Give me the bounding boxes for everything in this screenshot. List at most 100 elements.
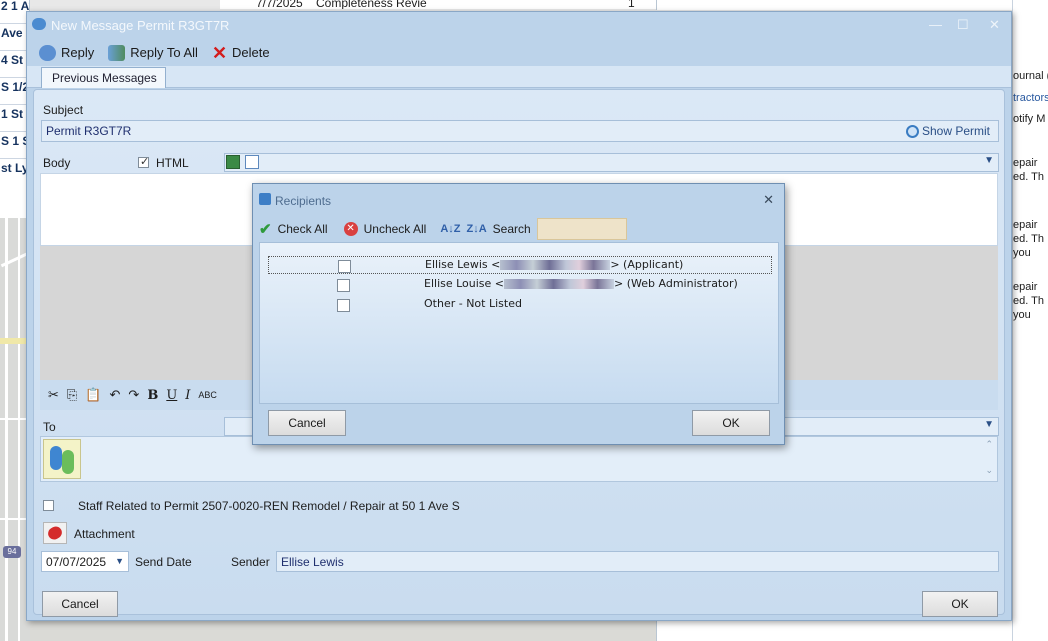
background-journal-item: ournal (: [1013, 70, 1048, 82]
recipient-role: > (Web Administrator): [614, 277, 738, 290]
paste-icon[interactable]: 📋: [85, 387, 101, 403]
sort-ascending-icon[interactable]: A↓Z: [440, 223, 460, 235]
staff-related-checkbox[interactable]: [43, 500, 54, 511]
recipient-checkbox[interactable]: [337, 279, 350, 292]
recipient-checkbox[interactable]: [337, 299, 350, 312]
background-right-strip: [656, 0, 1048, 10]
tab-previous-messages[interactable]: Previous Messages: [41, 67, 166, 88]
attachment-button[interactable]: [43, 522, 67, 544]
magnifier-icon: [905, 124, 919, 138]
background-note-line: epair: [1013, 281, 1038, 293]
scroll-down-icon[interactable]: ⌄: [985, 465, 993, 476]
refresh-icon[interactable]: [245, 155, 260, 169]
uncheck-all-button[interactable]: Uncheck All: [364, 222, 427, 236]
dialog-title: Recipients: [275, 194, 332, 208]
scroll-up-icon[interactable]: ⌃: [985, 439, 993, 450]
show-permit-label: Show Permit: [921, 124, 990, 138]
list-item[interactable]: Ellise Lewis < > (Applicant): [268, 256, 772, 274]
redo-icon[interactable]: ↷: [128, 387, 139, 403]
recipient-name: Ellise Louise <: [424, 277, 505, 290]
cut-icon[interactable]: ✂: [48, 387, 59, 403]
delete-x-icon: ✕: [211, 42, 228, 63]
subject-label: Subject: [43, 103, 84, 117]
dialog-toolbar: ✔ Check All ✕ Uncheck All A↓Z Z↓A Search: [259, 217, 627, 241]
copy-icon[interactable]: ⎘: [67, 387, 77, 403]
window-title: New Message Permit R3GT7R: [51, 18, 230, 33]
body-label: Body: [43, 156, 71, 170]
uncheck-all-icon[interactable]: ✕: [343, 222, 358, 236]
chevron-down-icon[interactable]: ▼: [984, 155, 994, 166]
underline-icon[interactable]: U: [166, 388, 177, 403]
sender-value: Ellise Lewis: [281, 555, 344, 569]
background-count: 1: [628, 0, 635, 9]
recipient-checkbox[interactable]: [338, 260, 351, 273]
recipients-list: Ellise Lewis < > (Applicant) Ellise Louis…: [259, 242, 779, 436]
background-contractors-item: tractors: [1013, 92, 1048, 104]
reply-label: Reply: [61, 45, 95, 60]
dialog-cancel-button[interactable]: Cancel: [268, 410, 346, 436]
send-date-label: Send Date: [135, 555, 192, 569]
background-note-line: you: [1013, 309, 1031, 321]
recipient-name: Ellise Lewis <: [425, 258, 501, 271]
send-date-picker[interactable]: 07/07/2025 ▼: [41, 551, 129, 572]
dialog-ok-button[interactable]: OK: [692, 410, 770, 436]
subject-field[interactable]: Permit R3GT7R Show Permit: [41, 120, 999, 142]
background-note-line: ed. Th: [1013, 171, 1044, 183]
background-status: Completeness Revie: [316, 0, 427, 9]
bold-icon[interactable]: B: [147, 388, 158, 403]
close-icon[interactable]: ✕: [989, 17, 1000, 33]
ok-button[interactable]: OK: [922, 591, 998, 617]
background-bottom-right: [656, 621, 1012, 641]
background-note-line: ed. Th: [1013, 233, 1044, 245]
background-note-line: you: [1013, 247, 1031, 259]
background-note-line: epair: [1013, 219, 1038, 231]
dialog-icon: [259, 193, 271, 205]
recipients-people-icon[interactable]: [43, 439, 81, 479]
undo-icon[interactable]: ↶: [110, 387, 121, 403]
minimize-icon[interactable]: —: [929, 17, 942, 32]
paperclip-icon: [45, 524, 65, 542]
background-right-panel: ournal ( tractors otify M epair ed. Th e…: [1012, 0, 1048, 641]
list-item[interactable]: Other - Not Listed: [268, 296, 772, 314]
recipients-dialog: Recipients ✕ ✔ Check All ✕ Uncheck All A…: [252, 183, 785, 445]
search-label: Search: [492, 222, 531, 236]
search-input[interactable]: [536, 218, 627, 240]
send-date-value: 07/07/2025: [46, 555, 107, 569]
reply-all-icon: [108, 44, 126, 61]
check-all-icon[interactable]: ✔: [259, 220, 272, 238]
italic-icon[interactable]: I: [185, 388, 190, 403]
sender-label: Sender: [231, 555, 270, 569]
chat-bubble-icon: [32, 18, 46, 30]
background-note-line: epair: [1013, 157, 1038, 169]
list-item[interactable]: Ellise Louise < > (Web Administrator): [268, 276, 772, 294]
check-all-button[interactable]: Check All: [278, 222, 328, 236]
chevron-down-icon[interactable]: ▼: [115, 556, 124, 566]
redacted-email: [500, 260, 611, 270]
background-date: 7/7/2025: [256, 0, 303, 9]
staff-related-label: Staff Related to Permit 2507-0020-REN Re…: [78, 499, 460, 513]
delete-label: Delete: [232, 45, 270, 60]
background-top-row: 7/7/2025 Completeness Revie 1: [220, 0, 660, 9]
html-label: HTML: [156, 156, 189, 170]
window-title-bar[interactable]: New Message Permit R3GT7R — ☐ ✕: [27, 12, 1011, 39]
save-template-icon[interactable]: [226, 155, 240, 169]
cancel-button[interactable]: Cancel: [42, 591, 118, 617]
delete-button[interactable]: ✕ Delete: [208, 43, 274, 62]
sort-descending-icon[interactable]: Z↓A: [466, 223, 486, 235]
html-checkbox[interactable]: [138, 155, 149, 168]
chevron-down-icon[interactable]: ▼: [984, 419, 994, 430]
to-label: To: [43, 420, 56, 434]
maximize-icon[interactable]: ☐: [957, 17, 969, 33]
background-note-line: ed. Th: [1013, 295, 1044, 307]
dialog-title-bar[interactable]: Recipients: [253, 184, 784, 214]
reply-all-button[interactable]: Reply To All: [104, 43, 202, 63]
close-icon[interactable]: ✕: [763, 192, 774, 208]
strikethrough-icon[interactable]: ABC: [198, 390, 217, 400]
body-format-bar: ▼: [224, 153, 999, 172]
reply-icon: [39, 44, 56, 61]
background-notify-item: otify M: [1013, 113, 1046, 125]
redacted-email: [504, 279, 615, 289]
reply-button[interactable]: Reply: [35, 43, 98, 63]
show-permit-button[interactable]: Show Permit: [905, 124, 990, 138]
sender-field[interactable]: Ellise Lewis: [276, 551, 999, 572]
